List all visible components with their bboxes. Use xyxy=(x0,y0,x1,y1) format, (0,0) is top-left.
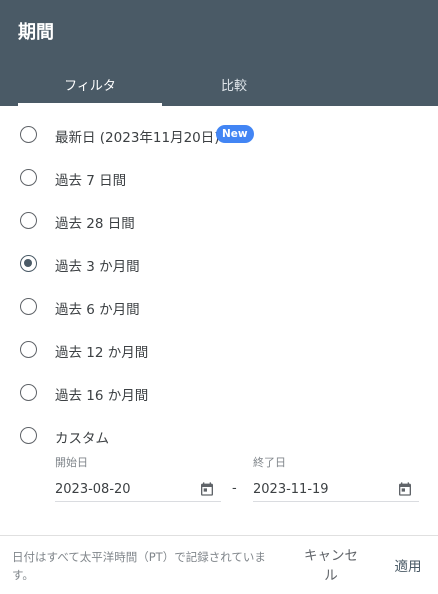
option-last-6-months[interactable]: 過去 6 か月間 xyxy=(0,285,438,328)
radio-button[interactable] xyxy=(20,126,37,143)
end-date-value[interactable]: 2023-11-19 xyxy=(253,482,329,497)
start-date-value[interactable]: 2023-08-20 xyxy=(55,482,131,497)
option-label: 過去 7 日間 xyxy=(55,173,127,189)
option-label: 過去 3 か月間 xyxy=(55,259,140,275)
option-last-28-days[interactable]: 過去 28 日間 xyxy=(0,199,438,242)
option-last-12-months[interactable]: 過去 12 か月間 xyxy=(0,328,438,371)
period-options: 最新日 (2023年11月20日) New 過去 7 日間 過去 28 日間 過… xyxy=(0,113,438,457)
tab-compare[interactable]: 比較 xyxy=(162,62,306,106)
option-latest-day[interactable]: 最新日 (2023年11月20日) New xyxy=(0,113,438,156)
tab-bar: フィルタ 比較 xyxy=(0,62,438,106)
end-date-label: 終了日 xyxy=(253,456,286,469)
end-date-field[interactable]: 終了日 2023-11-19 xyxy=(253,451,419,503)
option-label: 過去 12 か月間 xyxy=(55,345,149,361)
radio-button[interactable] xyxy=(20,169,37,186)
radio-button[interactable] xyxy=(20,341,37,358)
calendar-icon[interactable] xyxy=(397,481,413,497)
option-label: カスタム xyxy=(55,431,109,447)
dialog-header: 期間 フィルタ 比較 xyxy=(0,0,438,106)
radio-button-checked[interactable] xyxy=(20,255,37,272)
tab-filter[interactable]: フィルタ xyxy=(18,62,162,106)
option-last-16-months[interactable]: 過去 16 か月間 xyxy=(0,371,438,414)
field-underline xyxy=(55,501,221,502)
apply-button[interactable]: 適用 xyxy=(388,557,428,577)
cancel-button[interactable]: キャンセル xyxy=(298,546,364,586)
calendar-icon[interactable] xyxy=(199,481,215,497)
radio-button[interactable] xyxy=(20,384,37,401)
option-last-3-months[interactable]: 過去 3 か月間 xyxy=(0,242,438,285)
option-label: 過去 28 日間 xyxy=(55,216,135,232)
radio-button[interactable] xyxy=(20,427,37,444)
start-date-label: 開始日 xyxy=(55,456,88,469)
date-range-dialog: 期間 フィルタ 比較 最新日 (2023年11月20日) New 過去 7 日間… xyxy=(0,0,438,594)
option-label: 過去 16 か月間 xyxy=(55,388,149,404)
radio-button[interactable] xyxy=(20,298,37,315)
option-label: 最新日 (2023年11月20日) xyxy=(55,130,220,146)
option-label: 過去 6 か月間 xyxy=(55,302,140,318)
start-date-field[interactable]: 開始日 2023-08-20 xyxy=(55,451,221,503)
new-badge: New xyxy=(216,125,254,143)
active-tab-indicator xyxy=(18,103,162,106)
radio-button[interactable] xyxy=(20,212,37,229)
timezone-note: 日付はすべて太平洋時間（PT）で記録されています。 xyxy=(12,550,266,582)
date-separator: - xyxy=(232,481,237,496)
field-underline xyxy=(253,501,419,502)
dialog-title: 期間 xyxy=(18,22,54,43)
footer-divider xyxy=(0,535,438,536)
option-last-7-days[interactable]: 過去 7 日間 xyxy=(0,156,438,199)
